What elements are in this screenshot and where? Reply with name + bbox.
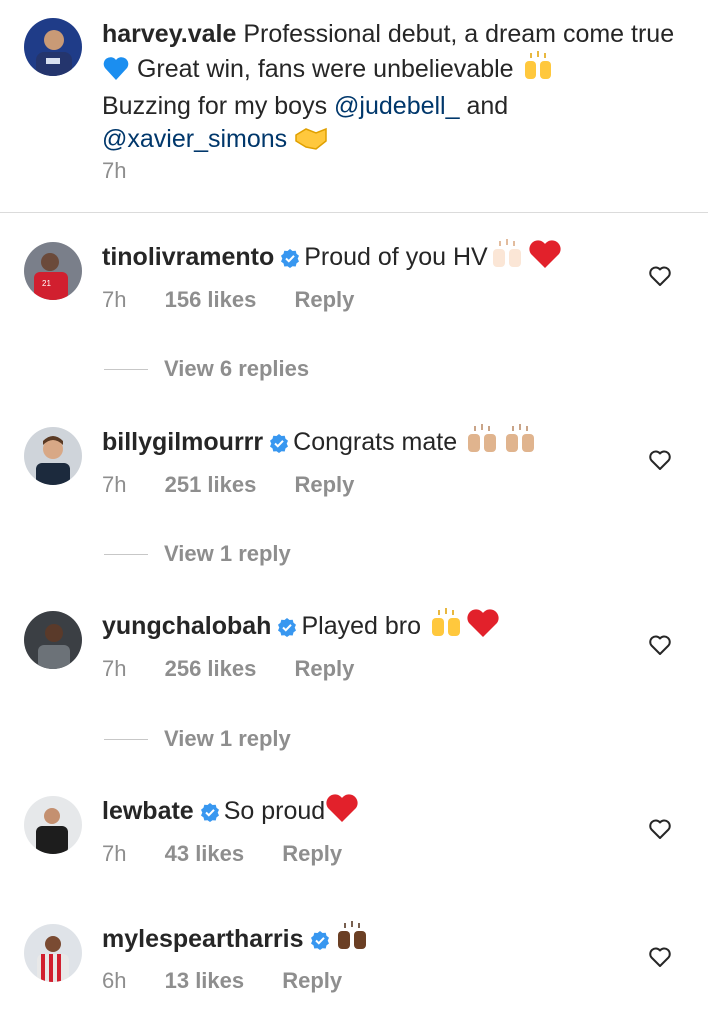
comment-username[interactable]: billygilmourrr	[102, 428, 263, 456]
comment-avatar[interactable]	[24, 924, 82, 982]
mention-link[interactable]: @judebell_	[334, 92, 459, 120]
comment-meta: 7h 251 likes Reply	[102, 472, 354, 498]
reply-button[interactable]: Reply	[282, 841, 342, 867]
view-replies-label: View 1 reply	[164, 541, 291, 566]
verified-badge-icon	[269, 429, 289, 461]
heart-outline-icon[interactable]	[648, 264, 672, 288]
reply-button[interactable]: Reply	[294, 656, 354, 682]
comment-timestamp: 6h	[102, 968, 127, 993]
divider	[0, 212, 708, 213]
view-replies-button[interactable]: View 1 reply	[104, 726, 291, 752]
raised-hands-emoji	[334, 921, 372, 959]
reply-divider-line	[104, 738, 148, 740]
comment-timestamp: 7h	[102, 287, 127, 312]
comment-avatar[interactable]	[24, 611, 82, 669]
heart-outline-icon[interactable]	[648, 633, 672, 657]
verified-badge-icon	[277, 613, 297, 645]
heart-outline-icon[interactable]	[648, 448, 672, 472]
handshake-emoji	[294, 125, 328, 160]
view-replies-button[interactable]: View 1 reply	[104, 541, 291, 567]
view-replies-label: View 6 replies	[164, 356, 310, 381]
raised-hands-emoji	[502, 424, 540, 462]
comment-body: mylespeartharris	[102, 921, 372, 959]
post-caption: harvey.vale Professional debut, a dream …	[102, 18, 692, 160]
comment-username[interactable]: yungchalobah	[102, 612, 271, 640]
comment-avatar[interactable]	[24, 427, 82, 485]
comment-timestamp: 7h	[102, 472, 127, 497]
comment-text: Played bro	[301, 612, 421, 640]
red-heart-emoji	[466, 608, 500, 646]
red-heart-emoji	[528, 239, 562, 277]
comment-body: billygilmourrr Congrats mate	[102, 424, 540, 462]
comment-likes[interactable]: 13 likes	[165, 968, 245, 994]
comment-meta: 7h 43 likes Reply	[102, 841, 342, 867]
raised-hands-emoji	[464, 424, 502, 462]
comment-text: Congrats mate	[293, 428, 458, 456]
raised-hands-emoji	[488, 239, 528, 277]
svg-text:21: 21	[42, 279, 51, 288]
comment-text: So proud	[223, 797, 326, 825]
comment-avatar[interactable]: 21	[24, 242, 82, 300]
comment-body: tinolivramento Proud of you HV	[102, 239, 562, 277]
comment-likes[interactable]: 251 likes	[165, 472, 257, 498]
caption-and: and	[466, 92, 509, 120]
comment-meta: 6h 13 likes Reply	[102, 968, 342, 994]
view-replies-label: View 1 reply	[164, 726, 291, 751]
post-author-username[interactable]: harvey.vale	[102, 20, 236, 48]
verified-badge-icon	[200, 798, 220, 830]
post-timestamp: 7h	[102, 158, 127, 183]
comment-username[interactable]: tinolivramento	[102, 243, 274, 271]
caption-text-2: Great win, fans were unbelievable	[136, 55, 514, 83]
comment-likes[interactable]: 256 likes	[165, 656, 257, 682]
reply-divider-line	[104, 553, 148, 555]
reply-button[interactable]: Reply	[294, 287, 354, 313]
mention-link[interactable]: @xavier_simons	[102, 125, 287, 153]
comment-likes[interactable]: 156 likes	[165, 287, 257, 313]
blue-heart-emoji	[102, 55, 130, 90]
comment-timestamp: 7h	[102, 656, 127, 681]
verified-badge-icon	[310, 926, 330, 958]
caption-text-3: Buzzing for my boys	[102, 92, 328, 120]
comment-likes[interactable]: 43 likes	[165, 841, 245, 867]
raised-hands-emoji	[521, 51, 555, 90]
comment-meta: 7h 156 likes Reply	[102, 287, 354, 313]
comment-body: yungchalobah Played bro	[102, 608, 500, 646]
reply-button[interactable]: Reply	[282, 968, 342, 994]
caption-text-1: Professional debut, a dream come true	[243, 20, 675, 48]
heart-outline-icon[interactable]	[648, 945, 672, 969]
verified-badge-icon	[280, 244, 300, 276]
heart-outline-icon[interactable]	[648, 817, 672, 841]
post-author-avatar[interactable]	[24, 18, 82, 76]
comment-avatar[interactable]	[24, 796, 82, 854]
view-replies-button[interactable]: View 6 replies	[104, 356, 309, 382]
comment-username[interactable]: lewbate	[102, 797, 194, 825]
red-heart-emoji	[325, 793, 359, 831]
comment-timestamp: 7h	[102, 841, 127, 866]
comment-meta: 7h 256 likes Reply	[102, 656, 354, 682]
comment-username[interactable]: mylespeartharris	[102, 925, 304, 953]
comment-text: Proud of you HV	[304, 243, 488, 271]
reply-button[interactable]: Reply	[294, 472, 354, 498]
comment-body: lewbate So proud	[102, 793, 359, 831]
raised-hands-emoji	[428, 608, 466, 646]
reply-divider-line	[104, 368, 148, 370]
